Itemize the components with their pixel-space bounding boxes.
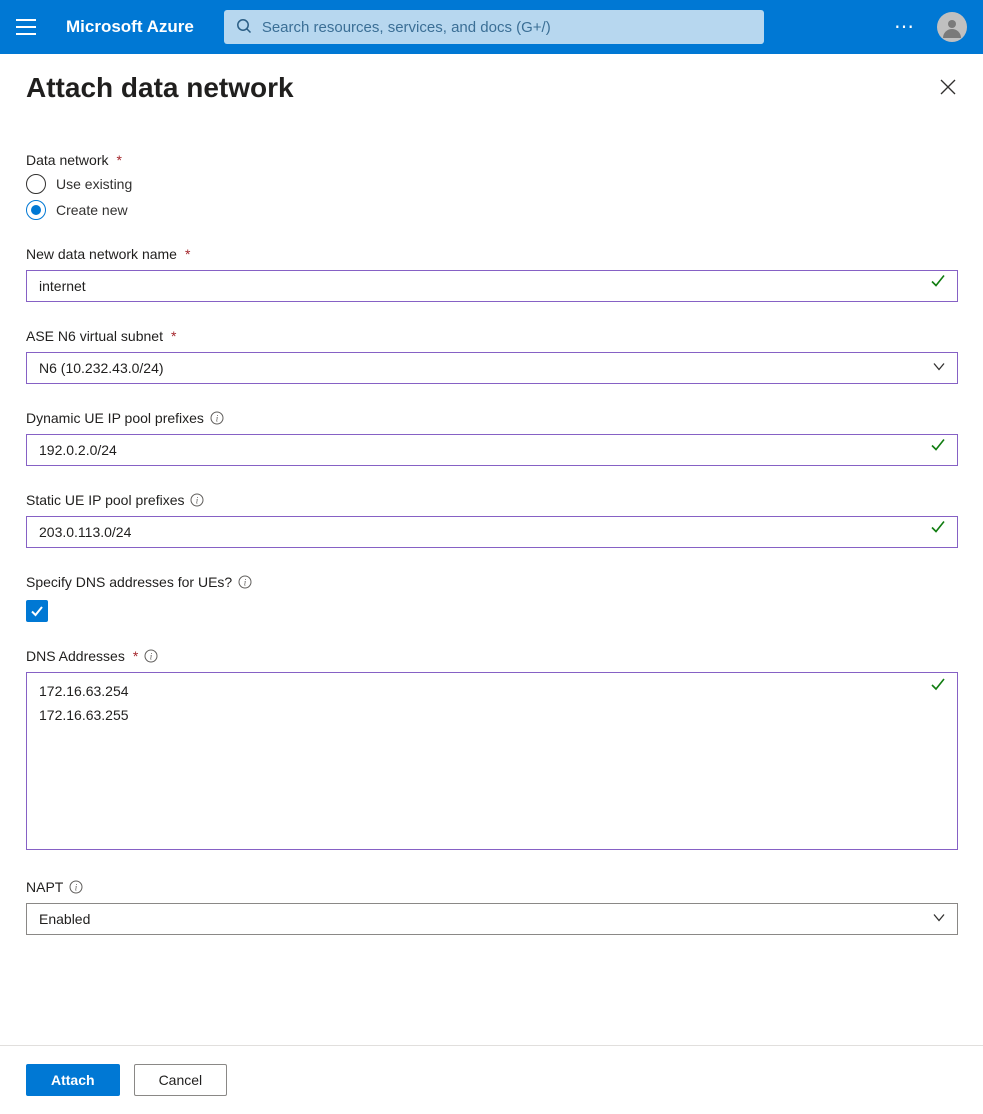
napt-label: NAPT i [26,879,83,895]
main-panel: Attach data network Data network* Use ex… [0,54,983,1045]
more-icon[interactable]: ⋯ [894,17,915,37]
svg-text:i: i [216,414,219,424]
radio-create-new[interactable]: Create new [26,200,957,220]
brand-label: Microsoft Azure [66,17,194,37]
name-label: New data network name* [26,246,190,262]
info-icon[interactable]: i [210,411,224,425]
search-input[interactable] [262,19,752,36]
dynamic-prefixes-input[interactable] [26,434,958,466]
dns-specify-label: Specify DNS addresses for UEs? i [26,574,252,590]
dns-addresses-label: DNS Addresses* i [26,648,158,664]
dns-addresses-input[interactable] [26,672,958,850]
radio-use-existing[interactable]: Use existing [26,174,957,194]
dns-specify-checkbox[interactable] [26,600,48,622]
close-icon[interactable] [939,78,957,99]
svg-text:i: i [244,578,247,588]
info-icon[interactable]: i [69,880,83,894]
cancel-button[interactable]: Cancel [134,1064,228,1096]
info-icon[interactable]: i [190,493,204,507]
dynamic-prefixes-label: Dynamic UE IP pool prefixes i [26,410,224,426]
global-search[interactable] [224,10,764,44]
static-prefixes-input[interactable] [26,516,958,548]
valid-check-icon [930,676,946,695]
hamburger-icon[interactable] [16,19,36,35]
svg-text:i: i [75,883,78,893]
search-icon [236,18,252,37]
subnet-select[interactable]: N6 (10.232.43.0/24) [26,352,958,384]
info-icon[interactable]: i [144,649,158,663]
footer-bar: Attach Cancel [0,1045,983,1114]
napt-select[interactable]: Enabled [26,903,958,935]
attach-button[interactable]: Attach [26,1064,120,1096]
page-title: Attach data network [26,72,294,104]
static-prefixes-label: Static UE IP pool prefixes i [26,492,204,508]
avatar[interactable] [937,12,967,42]
radio-use-existing-label: Use existing [56,176,132,192]
top-nav: Microsoft Azure ⋯ [0,0,983,54]
info-icon[interactable]: i [238,575,252,589]
svg-text:i: i [150,652,153,662]
svg-text:i: i [196,496,199,506]
name-input[interactable] [26,270,958,302]
radio-create-new-label: Create new [56,202,128,218]
data-network-label: Data network* [26,152,122,168]
subnet-label: ASE N6 virtual subnet* [26,328,176,344]
